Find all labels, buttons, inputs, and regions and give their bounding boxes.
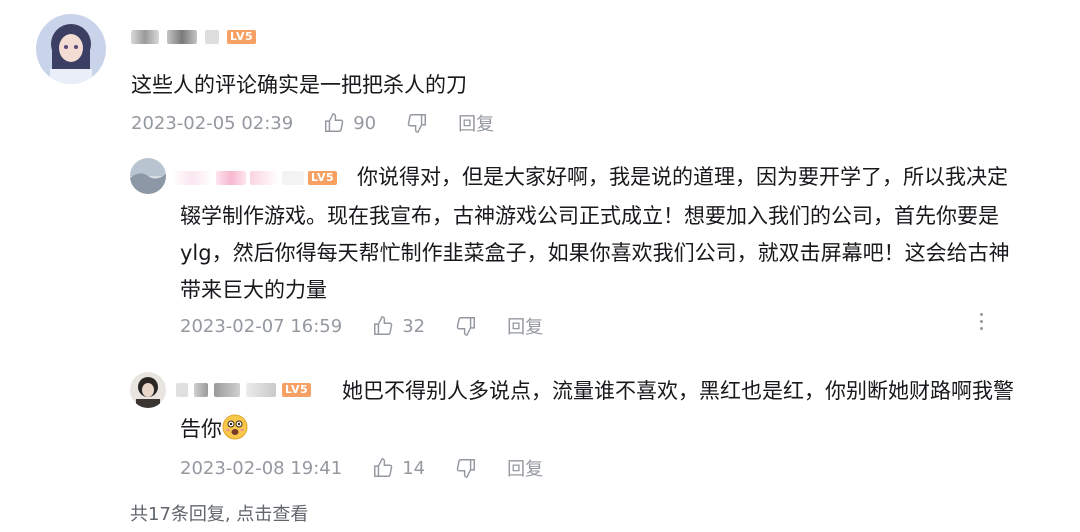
comment-timestamp: 2023-02-05 02:39	[131, 112, 294, 134]
main-comment-text: 这些人的评论确实是一把把杀人的刀	[131, 73, 467, 97]
reply-meta-2: 2023-02-08 19:41 14 回复	[180, 455, 543, 481]
dislike-button[interactable]	[455, 315, 477, 337]
dislike-button[interactable]	[406, 112, 428, 134]
username-redacted	[205, 30, 219, 44]
more-options-icon[interactable]	[976, 313, 986, 335]
username-redacted	[282, 171, 304, 185]
reply-username-1[interactable]: LV5	[172, 168, 338, 188]
username-redacted	[194, 383, 208, 397]
like-button[interactable]: 90	[323, 112, 376, 134]
comment-timestamp: 2023-02-08 19:41	[180, 457, 343, 479]
like-count: 14	[402, 457, 426, 479]
level-badge: LV5	[282, 383, 312, 397]
username-redacted	[246, 383, 276, 397]
thumbs-down-icon	[456, 459, 476, 478]
thumbs-up-icon	[374, 316, 393, 335]
username-redacted	[176, 383, 188, 397]
like-count: 90	[353, 112, 377, 134]
username-redacted	[131, 30, 159, 44]
reply-avatar-2[interactable]	[130, 372, 166, 408]
thumbs-up-icon	[374, 458, 393, 477]
reply-button[interactable]: 回复	[507, 455, 543, 481]
reply-text-2-line1: 她巴不得别人多说点，流量谁不喜欢，黑红也是红，你别断她财路啊我警	[342, 379, 1014, 403]
reply-button[interactable]: 回复	[507, 313, 543, 339]
main-comment-avatar[interactable]	[36, 14, 106, 84]
like-count: 32	[402, 315, 426, 337]
main-comment-username[interactable]: LV5	[131, 27, 257, 47]
reply-text-1-line3: ylg，然后你得每天帮忙制作韭菜盒子，如果你喜欢我们公司，就双击屏幕吧！这会给古…	[180, 241, 1010, 265]
main-comment-meta: 2023-02-05 02:39 90 回复	[131, 110, 494, 136]
dislike-button[interactable]	[455, 457, 477, 479]
username-redacted	[216, 171, 246, 185]
like-button[interactable]: 32	[372, 315, 425, 337]
reply-meta-1: 2023-02-07 16:59 32 回复	[180, 313, 543, 339]
username-redacted	[250, 171, 278, 185]
like-button[interactable]: 14	[372, 457, 425, 479]
reply-text-2-line2-text: 告你	[180, 417, 222, 441]
thumbs-down-icon	[456, 317, 476, 336]
reply-text-1-line4: 带来巨大的力量	[180, 278, 327, 302]
comment-timestamp: 2023-02-07 16:59	[180, 315, 343, 337]
shocked-face-emoji-icon	[222, 414, 248, 440]
username-redacted	[172, 171, 212, 185]
level-badge: LV5	[227, 30, 257, 44]
reply-avatar-1[interactable]	[130, 158, 166, 194]
thumbs-up-icon	[325, 113, 344, 132]
username-redacted	[214, 383, 240, 397]
thumbs-down-icon	[407, 114, 427, 133]
reply-username-2[interactable]: LV5	[176, 380, 312, 400]
username-redacted	[167, 30, 197, 44]
reply-text-2-line2: 告你	[180, 410, 248, 448]
reply-button[interactable]: 回复	[458, 110, 494, 136]
level-badge: LV5	[308, 171, 338, 185]
reply-text-1-line1: 你说得对，但是大家好啊，我是说的道理，因为要开学了，所以我决定	[357, 165, 1008, 189]
view-all-replies-link[interactable]: 共17条回复, 点击查看	[130, 500, 308, 526]
reply-text-1-line2: 辍学制作游戏。现在我宣布，古神游戏公司正式成立！想要加入我们的公司，首先你要是	[180, 204, 999, 228]
